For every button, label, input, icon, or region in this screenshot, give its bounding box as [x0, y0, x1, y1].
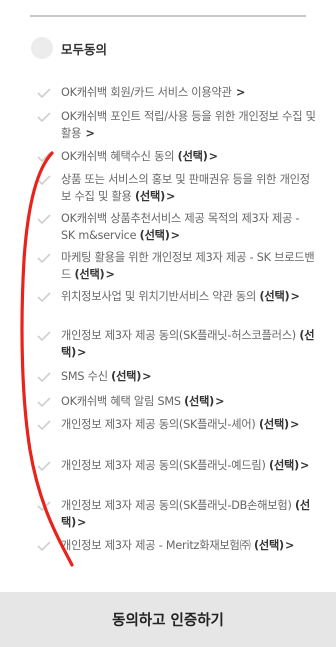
terms-list: OK캐쉬백 회원/카드 서비스 이용약관 > OK캐쉬백 포인트 적립/사용 등… — [0, 0, 336, 600]
term-label: 개인정보 제3자 제공 동의(SK플래닛-허스코플러스) (선택)> — [61, 329, 315, 359]
term-label: OK캐쉬백 혜택수신 동의 (선택)> — [61, 150, 218, 163]
submit-button[interactable]: 동의하고 인증하기 — [0, 592, 336, 647]
chevron-right-icon[interactable]: > — [77, 516, 86, 529]
chevron-right-icon[interactable]: > — [142, 370, 151, 383]
term-item-4[interactable]: 상품 또는 서비스의 홍보 및 판매권유 등을 위한 개인정보 수집 및 활용 … — [36, 171, 316, 205]
check-icon[interactable] — [36, 250, 52, 266]
term-label: 마케팅 활용을 위한 개인정보 제3자 제공 - SK 브로드밴드 (선택)> — [61, 251, 315, 281]
chevron-right-icon[interactable]: > — [236, 86, 245, 99]
check-icon[interactable] — [36, 369, 52, 385]
term-label: OK캐쉬백 혜택 알림 SMS (선택)> — [61, 395, 225, 408]
chevron-right-icon[interactable]: > — [290, 290, 299, 303]
term-item-2[interactable]: OK캐쉬백 포인트 적립/사용 등을 위한 개인정보 수집 및 활용 > — [36, 108, 316, 142]
optional-tag: (선택) — [134, 190, 165, 203]
check-icon[interactable] — [36, 417, 52, 433]
optional-tag: (선택) — [269, 459, 300, 472]
term-item-7[interactable]: 위치정보사업 및 위치기반서비스 약관 동의 (선택)> — [36, 288, 316, 305]
check-icon[interactable] — [36, 172, 52, 188]
check-icon[interactable] — [36, 538, 52, 554]
term-item-5[interactable]: OK캐쉬백 상품추천서비스 제공 목적의 제3자 제공 - SK m&servi… — [36, 210, 316, 244]
optional-tag: (선택) — [259, 290, 290, 303]
chevron-right-icon[interactable]: > — [77, 346, 86, 359]
chevron-right-icon[interactable]: > — [86, 127, 95, 140]
check-icon[interactable] — [36, 328, 52, 344]
term-item-9[interactable]: SMS 수신 (선택)> — [36, 368, 316, 385]
term-item-8[interactable]: 개인정보 제3자 제공 동의(SK플래닛-허스코플러스) (선택)> — [36, 327, 316, 361]
chevron-right-icon[interactable]: > — [300, 459, 309, 472]
optional-tag: (선택) — [74, 268, 105, 281]
optional-tag: (선택) — [111, 370, 142, 383]
check-icon[interactable] — [36, 149, 52, 165]
chevron-right-icon[interactable]: > — [166, 190, 175, 203]
check-icon[interactable] — [36, 85, 52, 101]
check-icon[interactable] — [36, 109, 52, 125]
check-icon[interactable] — [36, 211, 52, 227]
check-icon[interactable] — [36, 394, 52, 410]
term-label: SMS 수신 (선택)> — [61, 370, 152, 383]
chevron-right-icon[interactable]: > — [171, 229, 180, 242]
chevron-right-icon[interactable]: > — [285, 539, 294, 552]
term-item-6[interactable]: 마케팅 활용을 위한 개인정보 제3자 제공 - SK 브로드밴드 (선택)> — [36, 249, 316, 283]
term-item-13[interactable]: 개인정보 제3자 제공 동의(SK플래닛-DB손해보험) (선택)> — [36, 497, 316, 531]
check-icon[interactable] — [36, 289, 52, 305]
term-item-11[interactable]: 개인정보 제3자 제공 동의(SK플래닛-셰어) (선택)> — [36, 416, 316, 433]
term-label: OK캐쉬백 상품추천서비스 제공 목적의 제3자 제공 - SK m&servi… — [61, 212, 300, 242]
chevron-right-icon[interactable]: > — [290, 418, 299, 431]
submit-label: 동의하고 인증하기 — [112, 613, 224, 629]
optional-tag: (선택) — [139, 229, 170, 242]
optional-tag: (선택) — [184, 395, 215, 408]
optional-tag: (선택) — [253, 539, 284, 552]
term-label: 위치정보사업 및 위치기반서비스 약관 동의 (선택)> — [61, 290, 300, 303]
term-label: 상품 또는 서비스의 홍보 및 판매권유 등을 위한 개인정보 수집 및 활용 … — [61, 173, 310, 203]
term-label: 개인정보 제3자 제공 - Meritz화재보험㈜ (선택)> — [61, 539, 295, 552]
chevron-right-icon[interactable]: > — [209, 150, 218, 163]
term-item-10[interactable]: OK캐쉬백 혜택 알림 SMS (선택)> — [36, 393, 316, 410]
check-icon[interactable] — [36, 458, 52, 474]
term-label: 개인정보 제3자 제공 동의(SK플래닛-셰어) (선택)> — [61, 418, 300, 431]
term-label: OK캐쉬백 포인트 적립/사용 등을 위한 개인정보 수집 및 활용 > — [61, 110, 316, 140]
chevron-right-icon[interactable]: > — [105, 268, 114, 281]
term-item-1[interactable]: OK캐쉬백 회원/카드 서비스 이용약관 > — [36, 84, 316, 101]
term-label: 개인정보 제3자 제공 동의(SK플래닛-예드림) (선택)> — [61, 459, 310, 472]
term-item-12[interactable]: 개인정보 제3자 제공 동의(SK플래닛-예드림) (선택)> — [36, 457, 316, 474]
term-item-14[interactable]: 개인정보 제3자 제공 - Meritz화재보험㈜ (선택)> — [36, 537, 316, 554]
optional-tag: (선택) — [177, 150, 208, 163]
term-label: 개인정보 제3자 제공 동의(SK플래닛-DB손해보험) (선택)> — [61, 499, 311, 529]
check-icon[interactable] — [36, 498, 52, 514]
chevron-right-icon[interactable]: > — [215, 395, 224, 408]
optional-tag: (선택) — [258, 418, 289, 431]
term-item-3[interactable]: OK캐쉬백 혜택수신 동의 (선택)> — [36, 148, 316, 165]
term-label: OK캐쉬백 회원/카드 서비스 이용약관 > — [61, 86, 246, 99]
